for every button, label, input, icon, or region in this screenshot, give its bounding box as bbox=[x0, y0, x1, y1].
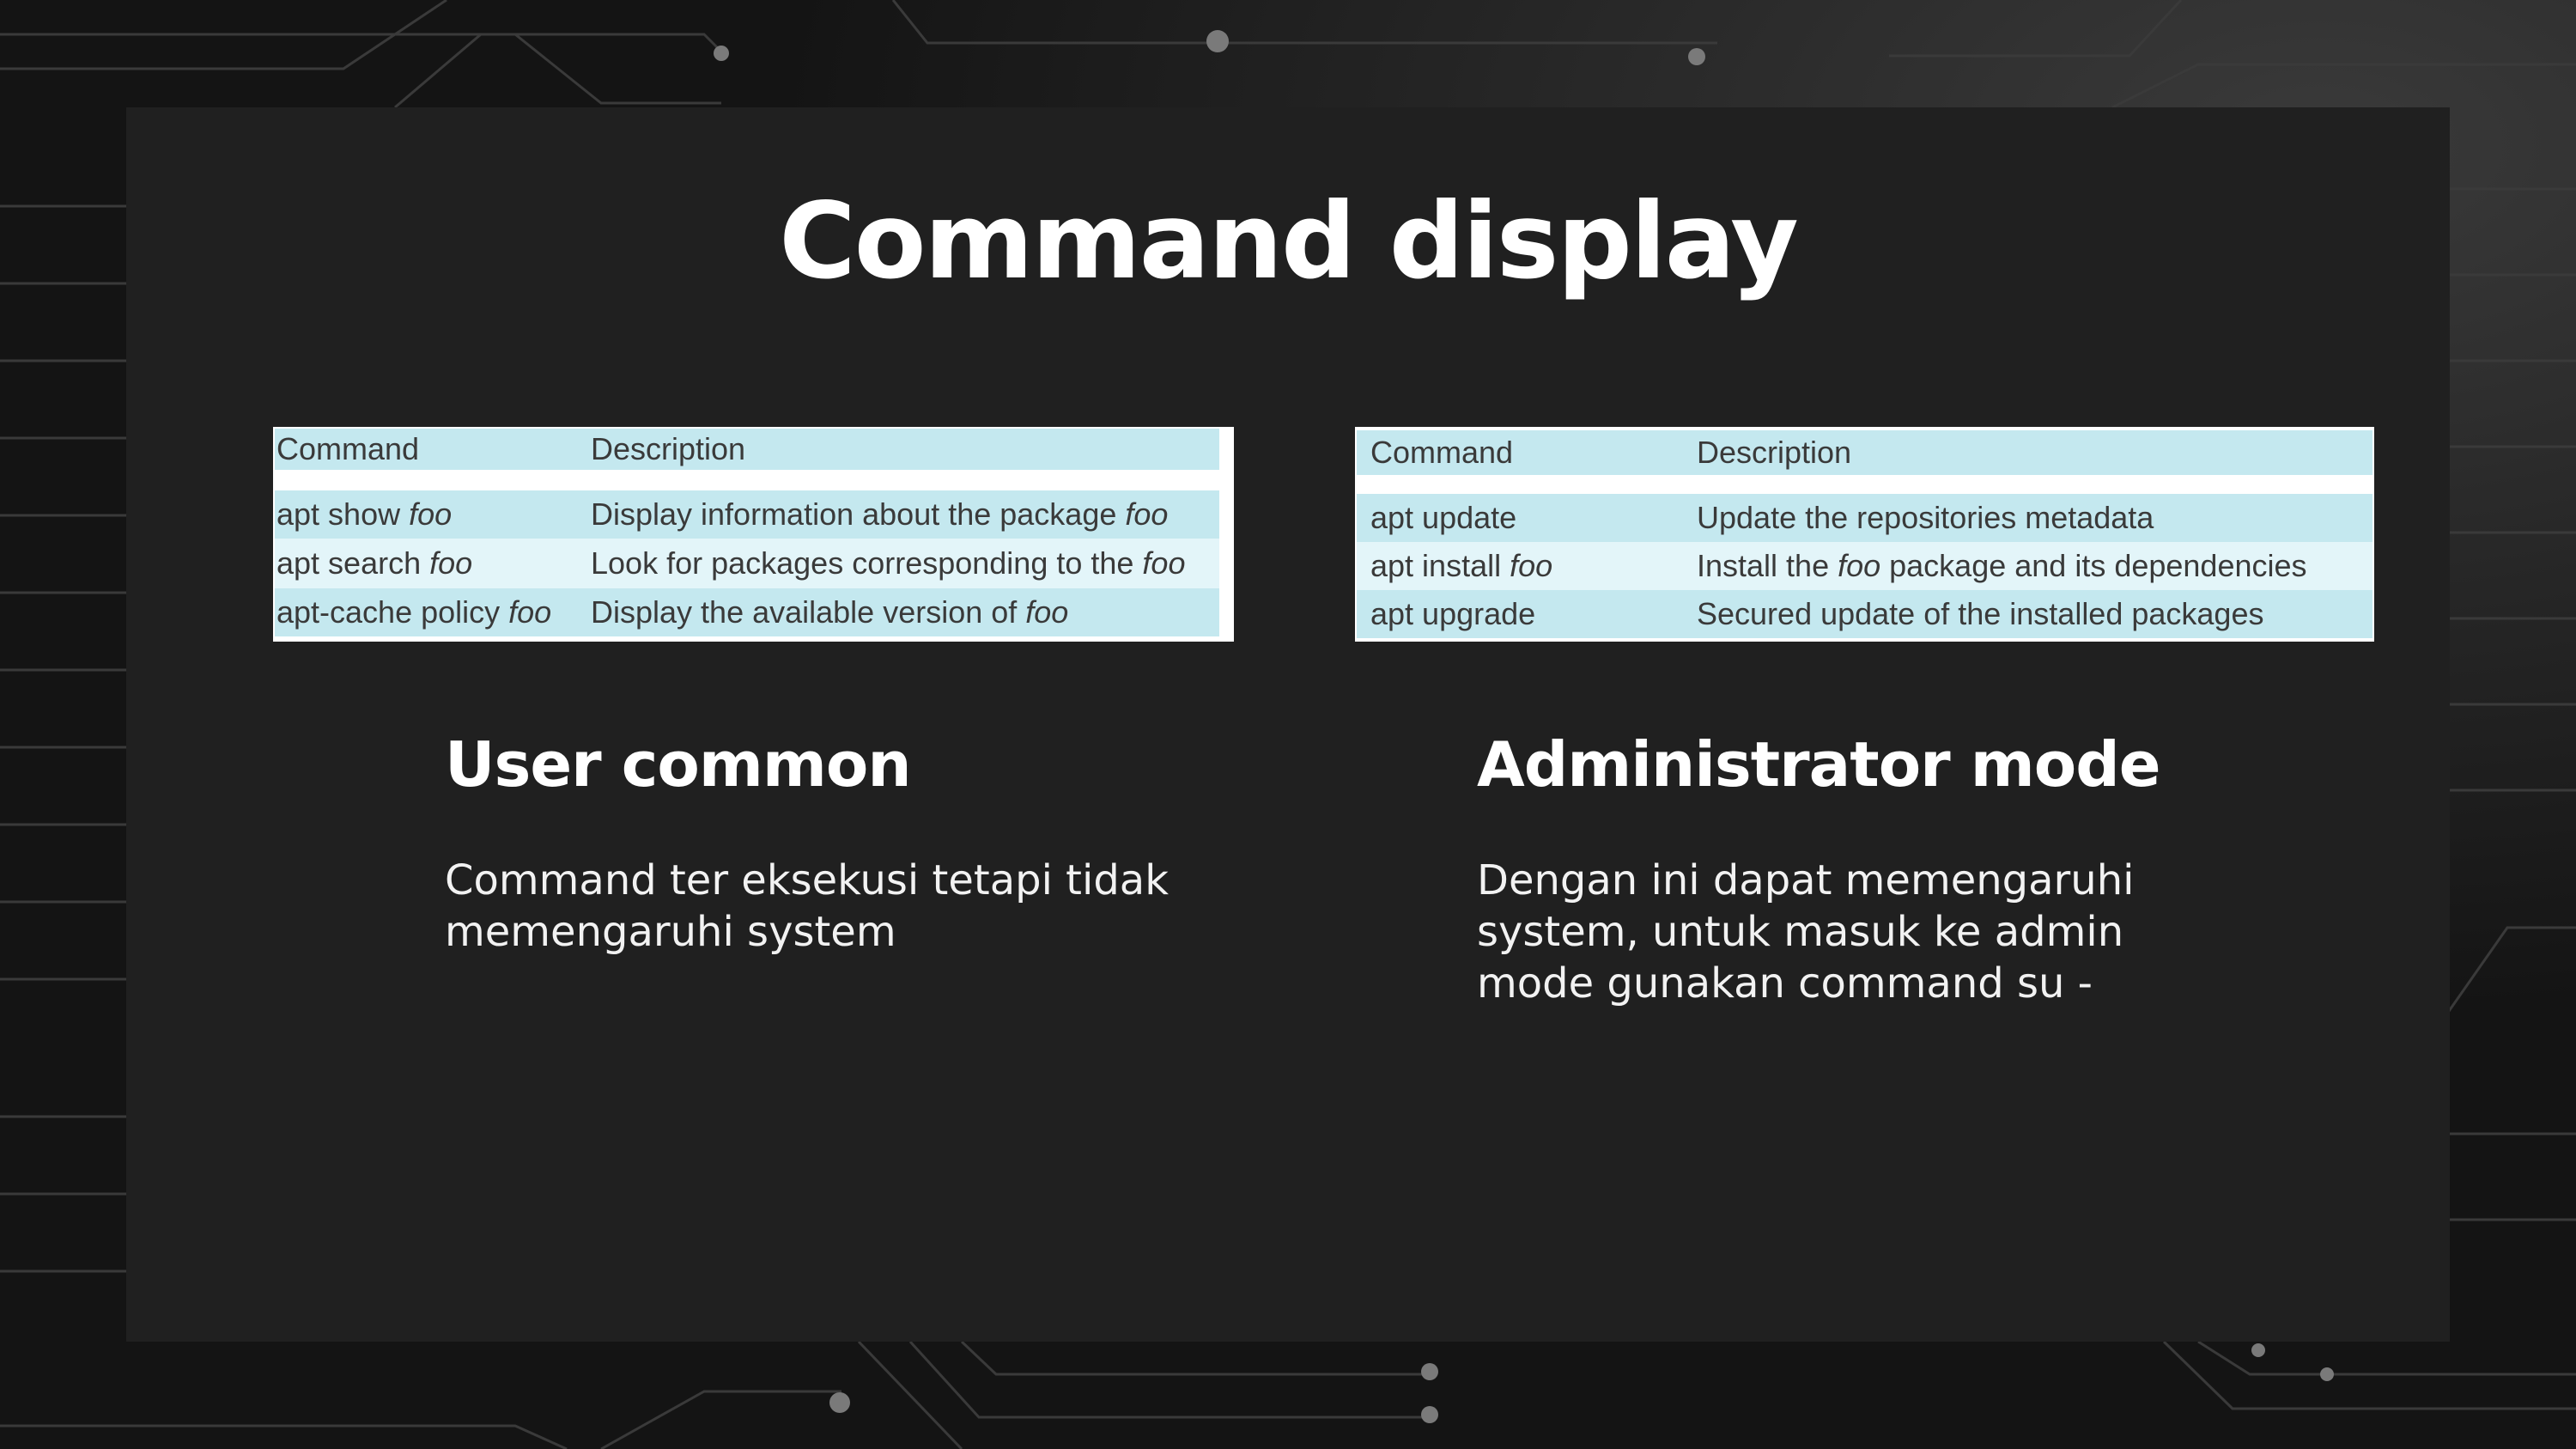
description-cell: Display the available version of foo bbox=[591, 594, 1068, 630]
command-text: apt-cache policy bbox=[276, 594, 509, 630]
description-argument: foo bbox=[1125, 496, 1169, 532]
description-cell: Secured update of the installed packages bbox=[1697, 596, 2264, 631]
command-cell: apt show foo bbox=[275, 496, 591, 533]
description-text: Look for packages corresponding to the bbox=[591, 545, 1143, 581]
command-argument: foo bbox=[508, 594, 552, 630]
admin-command-table: Command Description apt update Update th… bbox=[1355, 427, 2374, 642]
column-header-command: Command bbox=[276, 431, 420, 466]
description-argument: foo bbox=[1838, 548, 1881, 583]
table-row: apt show foo Display information about t… bbox=[275, 490, 1219, 539]
command-argument: foo bbox=[409, 496, 453, 532]
command-argument: foo bbox=[429, 545, 473, 581]
command-argument: foo bbox=[1510, 548, 1553, 583]
command-cell: apt update bbox=[1370, 500, 1517, 535]
table-row: apt update Update the repositories metad… bbox=[1357, 494, 2372, 542]
description-text: package and its dependencies bbox=[1880, 548, 2307, 583]
column-header-description: Description bbox=[591, 431, 746, 466]
description-line: mode gunakan command su - bbox=[1477, 959, 2093, 1008]
column-header-description: Description bbox=[1697, 435, 1852, 470]
column-header-command: Command bbox=[1370, 435, 1514, 470]
table-row: apt search foo Look for packages corresp… bbox=[275, 539, 1219, 588]
table-row: apt upgrade Secured update of the instal… bbox=[1357, 590, 2372, 638]
command-cell: apt-cache policy foo bbox=[275, 594, 591, 630]
user-common-heading: User common bbox=[445, 728, 912, 801]
description-line: Dengan ini dapat memengaruhi bbox=[1477, 856, 2135, 904]
command-cell: apt install foo bbox=[1357, 548, 1697, 584]
user-command-table: Command Description apt show foo Display… bbox=[273, 427, 1234, 642]
table-row: apt-cache policy foo Display the availab… bbox=[275, 588, 1219, 636]
description-cell: Install the foo package and its dependen… bbox=[1697, 548, 2307, 584]
command-text: apt install bbox=[1370, 548, 1510, 583]
table-header-row: Command Description bbox=[275, 429, 1219, 470]
user-common-description: Command ter eksekusi tetapi tidak memeng… bbox=[445, 855, 1169, 958]
administrator-mode-heading: Administrator mode bbox=[1477, 728, 2161, 801]
description-text: Display the available version of bbox=[591, 594, 1026, 630]
description-text: Display information about the package bbox=[591, 496, 1126, 532]
description-cell: Look for packages corresponding to the f… bbox=[591, 545, 1185, 581]
description-argument: foo bbox=[1025, 594, 1069, 630]
description-line: memengaruhi system bbox=[445, 908, 896, 956]
command-text: apt show bbox=[276, 496, 410, 532]
description-text: Install the bbox=[1697, 548, 1838, 583]
table-header-row: Command Description bbox=[1357, 430, 2372, 475]
description-cell: Display information about the package fo… bbox=[591, 496, 1168, 533]
table-row: apt install foo Install the foo package … bbox=[1357, 542, 2372, 590]
page-title: Command display bbox=[779, 180, 1799, 302]
description-line: Command ter eksekusi tetapi tidak bbox=[445, 856, 1169, 904]
command-cell: apt search foo bbox=[275, 545, 591, 581]
description-line: system, untuk masuk ke admin bbox=[1477, 908, 2124, 956]
description-argument: foo bbox=[1142, 545, 1186, 581]
description-cell: Update the repositories metadata bbox=[1697, 500, 2154, 535]
command-text: apt search bbox=[276, 545, 430, 581]
command-cell: apt upgrade bbox=[1370, 596, 1536, 631]
administrator-mode-description: Dengan ini dapat memengaruhi system, unt… bbox=[1477, 855, 2134, 1009]
